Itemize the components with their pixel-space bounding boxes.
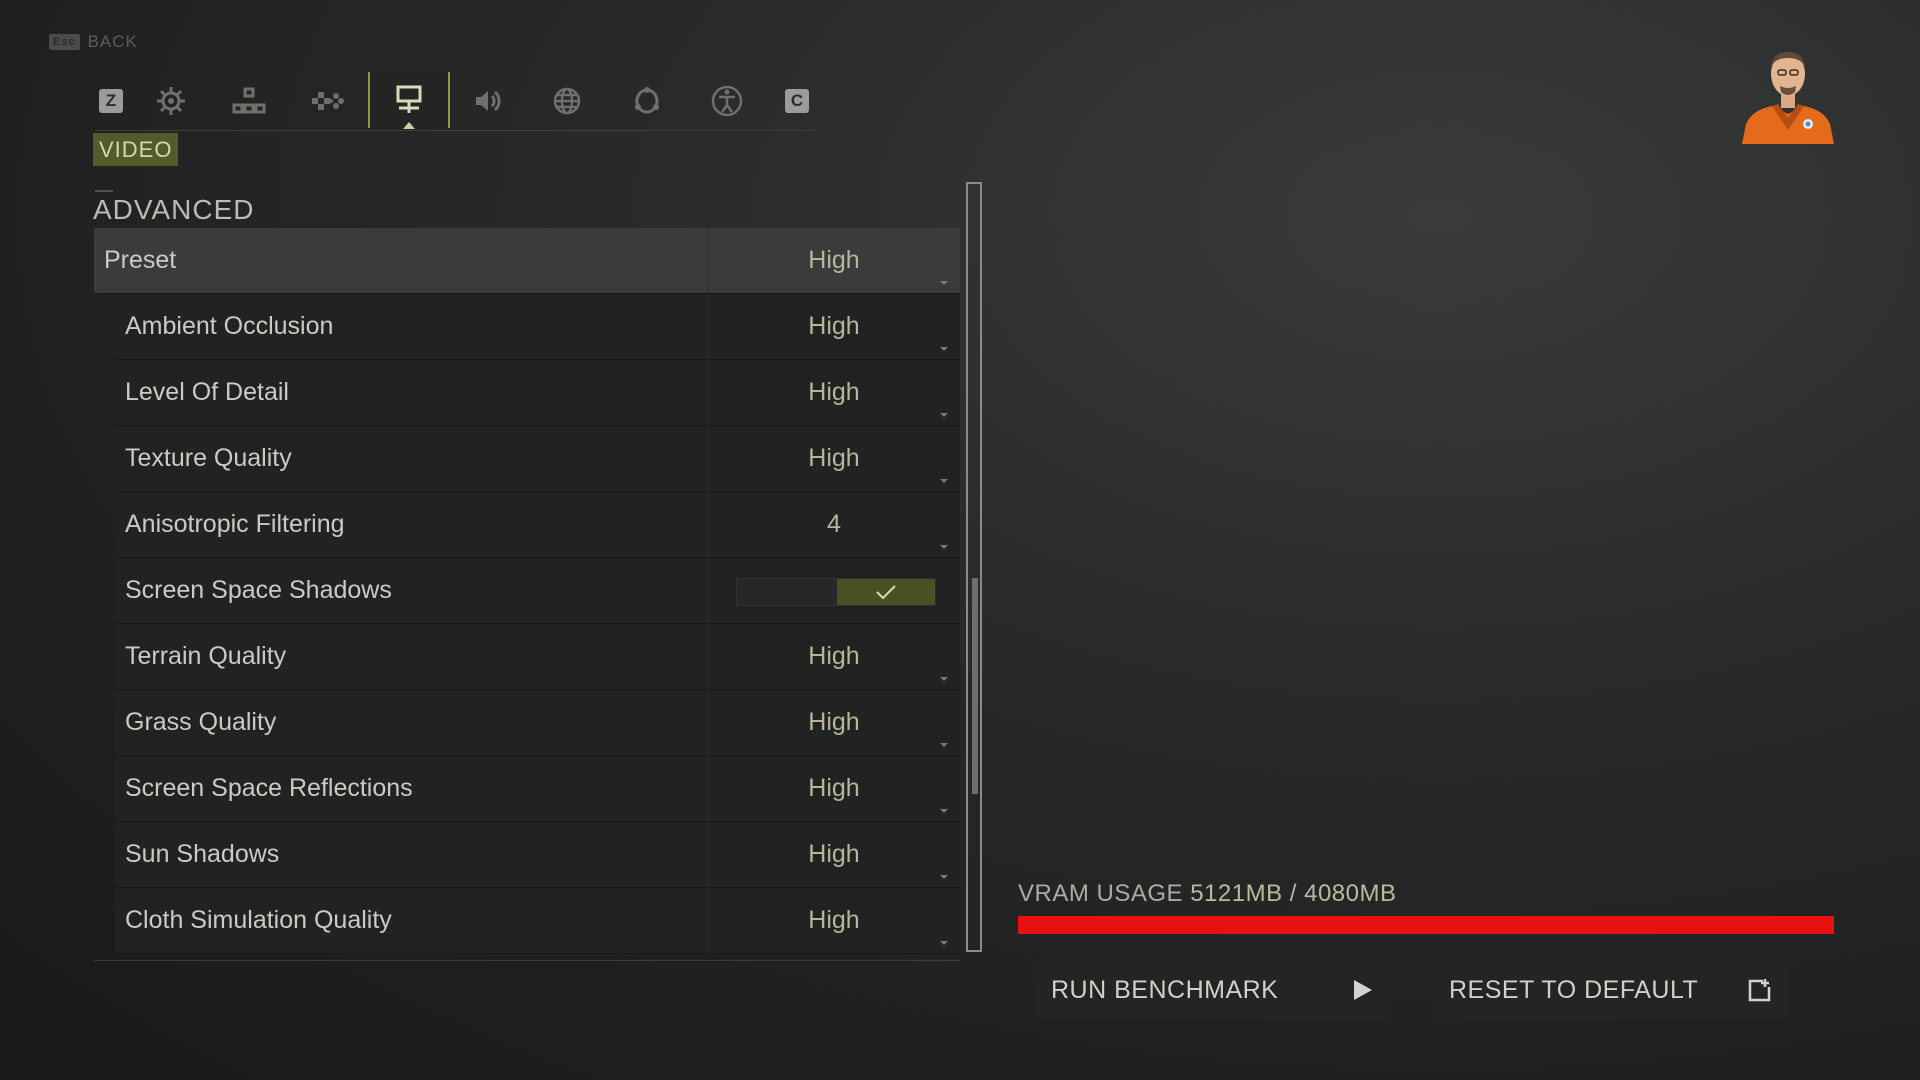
setting-label: Preset <box>104 246 177 274</box>
network-icon <box>232 87 266 114</box>
setting-row-screen-space-shadows[interactable]: Screen Space Shadows <box>115 558 960 624</box>
esc-key-icon: Esc <box>49 34 80 50</box>
setting-value: High <box>808 642 860 670</box>
globe-icon <box>553 87 581 115</box>
setting-label: Sun Shadows <box>125 840 280 868</box>
dropdown-caret-icon <box>940 347 948 351</box>
setting-dropdown[interactable]: High <box>707 228 960 293</box>
section-title: ADVANCED <box>93 190 255 225</box>
setting-dropdown[interactable]: High <box>707 294 960 359</box>
back-label: BACK <box>87 32 138 51</box>
prev-tab-key[interactable]: Z <box>96 72 126 130</box>
social-icon <box>635 87 659 114</box>
setting-dropdown[interactable]: High <box>707 426 960 491</box>
tab-audio[interactable] <box>448 72 526 130</box>
vram-label: VRAM USAGE <box>1018 880 1184 907</box>
setting-dropdown[interactable]: 4 <box>707 492 960 557</box>
setting-row-level-of-detail[interactable]: Level Of Detail High <box>115 360 960 426</box>
tab-general[interactable] <box>132 72 210 130</box>
tab-social[interactable] <box>608 72 686 130</box>
next-tab-key[interactable]: C <box>782 72 812 130</box>
setting-row-grass-quality[interactable]: Grass Quality High <box>115 690 960 756</box>
setting-value: 4 <box>827 510 841 538</box>
setting-dropdown[interactable]: High <box>707 888 960 953</box>
player-avatar[interactable] <box>1738 40 1838 144</box>
checkmark-icon <box>876 585 896 600</box>
scrollbar-thumb[interactable] <box>972 578 978 794</box>
active-tab-label: VIDEO <box>93 133 179 166</box>
setting-value: High <box>808 444 860 472</box>
setting-label: Cloth Simulation Quality <box>125 906 392 934</box>
setting-value: High <box>808 906 860 934</box>
setting-dropdown[interactable]: High <box>707 756 960 821</box>
tab-video[interactable] <box>368 72 450 129</box>
setting-label: Level Of Detail <box>125 378 289 406</box>
setting-label: Screen Space Reflections <box>125 774 413 802</box>
dropdown-caret-icon <box>940 743 948 747</box>
setting-dropdown[interactable]: High <box>707 690 960 755</box>
setting-row-terrain-quality[interactable]: Terrain Quality High <box>115 624 960 690</box>
settings-scrollbar[interactable] <box>966 182 982 952</box>
dropdown-caret-icon <box>940 941 948 945</box>
dropdown-caret-icon <box>940 875 948 879</box>
setting-label: Ambient Occlusion <box>125 312 334 340</box>
setting-value: High <box>808 708 860 736</box>
tab-accessibility[interactable] <box>688 72 766 130</box>
gear-icon <box>157 87 185 115</box>
setting-row-screen-space-reflections[interactable]: Screen Space Reflections High <box>115 756 960 822</box>
reset-to-default-button[interactable]: RESET TO DEFAULT <box>1433 962 1788 1018</box>
setting-value: High <box>808 312 860 340</box>
dropdown-caret-icon <box>940 413 948 417</box>
setting-value: High <box>808 246 860 274</box>
setting-row-sun-shadows[interactable]: Sun Shadows High <box>115 822 960 888</box>
gamepad-dpad-icon <box>312 92 344 110</box>
setting-label: Screen Space Shadows <box>125 576 392 604</box>
setting-row-texture-quality[interactable]: Texture Quality High <box>115 426 960 492</box>
dropdown-caret-icon <box>940 677 948 681</box>
dropdown-caret-icon <box>940 479 948 483</box>
dropdown-caret-icon <box>940 281 948 285</box>
dropdown-caret-icon <box>940 809 948 813</box>
vram-usage-bar <box>1018 916 1834 934</box>
settings-tab-bar: Z C <box>96 72 818 131</box>
vram-usage-readout: VRAM USAGE 5121MB / 4080MB <box>1018 880 1397 908</box>
tab-language[interactable] <box>528 72 606 130</box>
setting-label: Texture Quality <box>125 444 292 472</box>
setting-row-anisotropic-filtering[interactable]: Anisotropic Filtering 4 <box>115 492 960 558</box>
setting-row-ambient-occlusion[interactable]: Ambient Occlusion High <box>115 294 960 360</box>
setting-label: Grass Quality <box>125 708 277 736</box>
vram-value: 5121MB / 4080MB <box>1190 880 1397 907</box>
setting-value: High <box>808 840 860 868</box>
settings-list: Preset High Ambient Occlusion High Level… <box>94 228 960 954</box>
setting-toggle-cell <box>707 558 960 623</box>
setting-dropdown[interactable]: High <box>707 624 960 689</box>
reset-to-default-label: RESET TO DEFAULT <box>1449 975 1699 1004</box>
setting-row-cloth-simulation-quality[interactable]: Cloth Simulation Quality High <box>115 888 960 954</box>
setting-label: Anisotropic Filtering <box>125 510 345 538</box>
setting-label: Terrain Quality <box>125 642 287 670</box>
play-icon <box>1354 980 1372 1000</box>
back-button[interactable]: Esc BACK <box>49 32 138 52</box>
reset-icon <box>1748 979 1771 1002</box>
monitor-icon <box>396 85 422 113</box>
vram-usage-fill <box>1018 916 1834 934</box>
dropdown-caret-icon <box>940 545 948 549</box>
screen-space-shadows-toggle[interactable] <box>736 578 936 606</box>
setting-value: High <box>808 774 860 802</box>
z-key-icon: Z <box>99 89 123 113</box>
setting-dropdown[interactable]: High <box>707 360 960 425</box>
setting-dropdown[interactable]: High <box>707 822 960 887</box>
c-key-icon: C <box>785 89 809 113</box>
accessibility-icon <box>711 85 743 117</box>
list-divider <box>94 960 960 961</box>
tab-network[interactable] <box>210 72 288 130</box>
speaker-icon <box>476 90 501 112</box>
toggle-on-segment <box>837 579 935 605</box>
run-benchmark-label: RUN BENCHMARK <box>1051 975 1279 1004</box>
tab-controls[interactable] <box>288 72 366 130</box>
run-benchmark-button[interactable]: RUN BENCHMARK <box>1035 962 1390 1018</box>
toggle-off-segment <box>737 579 835 605</box>
setting-value: High <box>808 378 860 406</box>
setting-row-preset[interactable]: Preset High <box>94 228 960 294</box>
